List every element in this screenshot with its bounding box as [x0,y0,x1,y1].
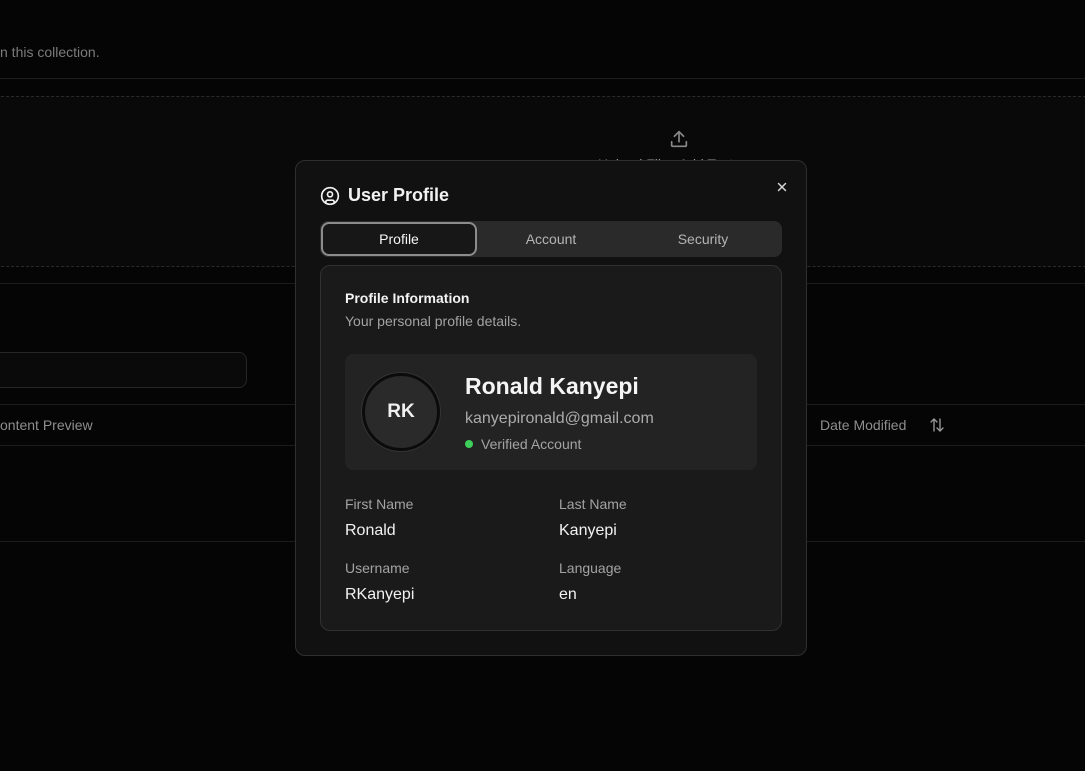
avatar: RK [362,373,440,451]
username-label: Username [345,560,410,576]
dialog-header: User Profile [320,185,449,206]
profile-summary: RK Ronald Kanyepi kanyepironald@gmail.co… [345,354,757,470]
tab-account[interactable]: Account [475,224,627,254]
upload-icon [670,130,688,148]
first-name-label: First Name [345,496,414,512]
search-input[interactable] [0,352,247,388]
column-header-content-preview[interactable]: ontent Preview [0,417,93,433]
close-button[interactable] [772,177,792,197]
language-label: Language [559,560,622,576]
collection-description: n this collection. [0,44,100,60]
divider [0,78,1085,79]
last-name-value: Kanyepi [559,522,617,539]
sort-icon[interactable] [928,416,946,434]
dialog-title: User Profile [348,185,450,205]
username-value: RKanyepi [345,586,415,603]
close-icon [777,182,787,192]
card-description: Your personal profile details. [345,313,522,329]
user-profile-dialog: User Profile Profile Account Security Pr… [295,160,807,656]
user-full-name: Ronald Kanyepi [465,373,639,399]
tab-profile[interactable]: Profile [323,224,475,254]
last-name-label: Last Name [559,496,627,512]
language-value: en [559,586,577,603]
status-dot-icon [465,440,473,448]
column-header-date-modified[interactable]: Date Modified [820,417,906,433]
profile-information-card: Profile Information Your personal profil… [320,265,782,631]
card-title: Profile Information [345,290,470,306]
user-email: kanyepironald@gmail.com [465,410,654,427]
verified-status: Verified Account [465,436,581,452]
first-name-value: Ronald [345,522,396,539]
profile-tabs: Profile Account Security [320,221,782,257]
verified-status-label: Verified Account [481,436,582,452]
user-circle-icon [320,186,340,205]
tab-security[interactable]: Security [627,224,779,254]
